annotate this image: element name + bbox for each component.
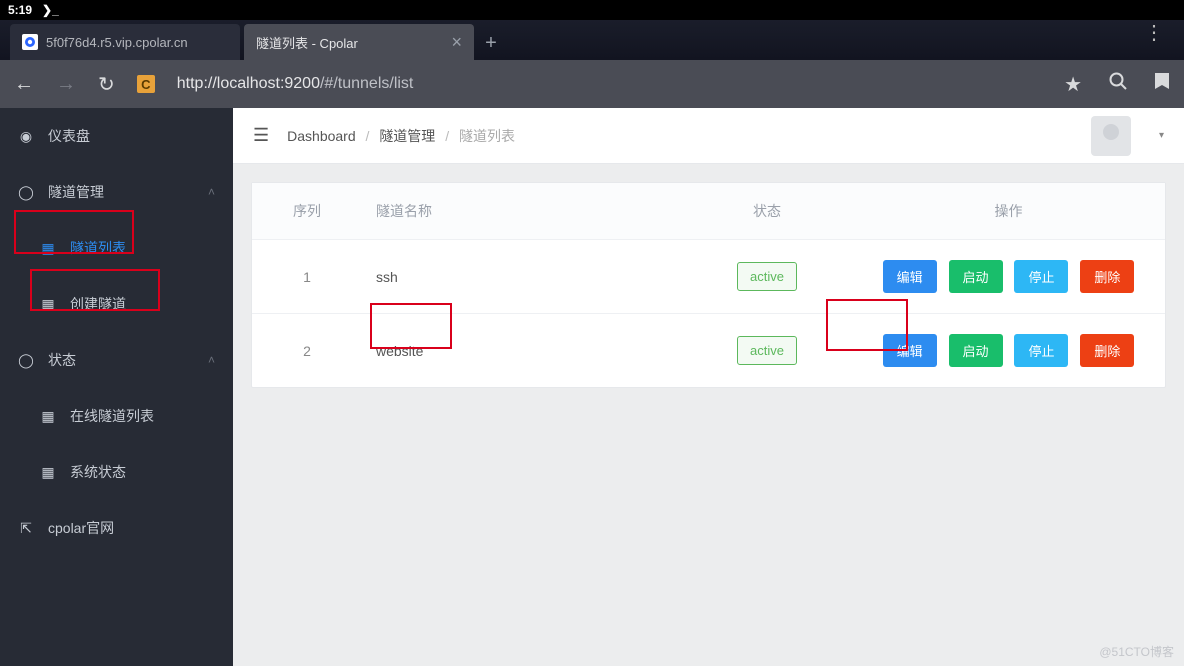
gauge-icon: ◉ (18, 128, 34, 145)
stop-button[interactable]: 停止 (1014, 334, 1068, 367)
browser-urlbar: ← → ↻ C http://localhost:9200/#/tunnels/… (0, 60, 1184, 108)
stop-button[interactable]: 停止 (1014, 260, 1068, 293)
cell-status: active (682, 314, 852, 388)
status-badge: active (737, 262, 797, 291)
avatar[interactable] (1091, 116, 1131, 156)
url-path: /#/tunnels/list (320, 75, 413, 92)
back-button[interactable]: ← (14, 73, 34, 96)
sidebar-item-tunnel-list[interactable]: ▦ 隧道列表 (0, 220, 233, 276)
sidebar-item-tunnel-mgmt[interactable]: ◯ 隧道管理 ˄ (0, 164, 233, 220)
external-link-icon: ⇱ (18, 520, 34, 537)
sidebar-label: cpolar官网 (48, 518, 114, 538)
crumb-sep: / (366, 128, 370, 144)
grid-icon: ▦ (40, 296, 56, 313)
sidebar-label: 在线隧道列表 (70, 406, 154, 426)
start-button[interactable]: 启动 (949, 334, 1003, 367)
col-status: 状态 (682, 183, 852, 240)
cell-name: website (362, 314, 682, 388)
sidebar-label: 系统状态 (70, 462, 126, 482)
cell-status: active (682, 240, 852, 314)
android-statusbar: 5:19 ❯_ (0, 0, 1184, 20)
star-icon[interactable]: ★ (1064, 72, 1082, 97)
watermark: @51CTO博客 (1099, 643, 1174, 660)
page: ◉ 仪表盘 ◯ 隧道管理 ˄ ▦ 隧道列表 ▦ 创建隧道 ◯ 状态 ˄ ▦ 在线… (0, 108, 1184, 666)
tab-title: 5f0f76d4.r5.vip.cpolar.cn (46, 35, 188, 50)
sidebar-label: 状态 (48, 350, 76, 370)
sidebar-label: 隧道列表 (70, 238, 126, 258)
tab-title: 隧道列表 - Cpolar (256, 33, 358, 52)
sidebar-item-official-site[interactable]: ⇱ cpolar官网 (0, 500, 233, 556)
cell-ops: 编辑 启动 停止 删除 (852, 240, 1165, 314)
grid-icon: ▦ (40, 464, 56, 481)
bookmark-icon[interactable] (1154, 72, 1170, 96)
sidebar-label: 隧道管理 (48, 182, 104, 202)
clock: 5:19 (8, 3, 32, 17)
cell-name: ssh (362, 240, 682, 314)
reload-button[interactable]: ↻ (98, 72, 115, 97)
overflow-menu-icon[interactable]: ⋮ (1144, 30, 1164, 36)
sidebar: ◉ 仪表盘 ◯ 隧道管理 ˄ ▦ 隧道列表 ▦ 创建隧道 ◯ 状态 ˄ ▦ 在线… (0, 108, 233, 666)
start-button[interactable]: 启动 (949, 260, 1003, 293)
address-bar[interactable]: http://localhost:9200/#/tunnels/list (177, 75, 1042, 93)
edit-button[interactable]: 编辑 (883, 334, 937, 367)
cell-ops: 编辑 启动 停止 删除 (852, 314, 1165, 388)
forward-button: → (56, 73, 76, 96)
sidebar-item-dashboard[interactable]: ◉ 仪表盘 (0, 108, 233, 164)
close-icon[interactable]: × (451, 32, 462, 53)
crumb-current: 隧道列表 (459, 128, 515, 144)
url-host: http://localhost:9200 (177, 75, 320, 92)
table-row: 2 website active 编辑 启动 停止 删除 (252, 314, 1165, 388)
search-icon[interactable] (1108, 71, 1128, 97)
chevron-up-icon: ˄ (208, 185, 215, 199)
col-ops: 操作 (852, 183, 1165, 240)
sidebar-item-tunnel-create[interactable]: ▦ 创建隧道 (0, 276, 233, 332)
sidebar-item-system-status[interactable]: ▦ 系统状态 (0, 444, 233, 500)
edit-button[interactable]: 编辑 (883, 260, 937, 293)
delete-button[interactable]: 删除 (1080, 260, 1134, 293)
sidebar-item-status[interactable]: ◯ 状态 ˄ (0, 332, 233, 388)
terminal-icon: ❯_ (42, 3, 59, 17)
site-favicon-icon: C (137, 75, 155, 93)
delete-button[interactable]: 删除 (1080, 334, 1134, 367)
crumb-sep: / (445, 128, 449, 144)
sidebar-label: 仪表盘 (48, 126, 90, 146)
sidebar-label: 创建隧道 (70, 294, 126, 314)
main-content: ☰ Dashboard / 隧道管理 / 隧道列表 ▾ 序列 隧道名称 状态 操… (233, 108, 1184, 666)
chevron-up-icon: ˄ (208, 353, 215, 367)
target-icon: ◯ (18, 352, 34, 369)
main-header: ☰ Dashboard / 隧道管理 / 隧道列表 ▾ (233, 108, 1184, 164)
grid-icon: ▦ (40, 240, 56, 257)
col-seq: 序列 (252, 183, 362, 240)
browser-tabstrip: 5f0f76d4.r5.vip.cpolar.cn 隧道列表 - Cpolar … (0, 20, 1184, 60)
tab-inactive[interactable]: 5f0f76d4.r5.vip.cpolar.cn (10, 24, 240, 60)
breadcrumb: Dashboard / 隧道管理 / 隧道列表 (287, 126, 515, 146)
grid-icon: ▦ (40, 408, 56, 425)
sidebar-item-online-tunnels[interactable]: ▦ 在线隧道列表 (0, 388, 233, 444)
menu-toggle-icon[interactable]: ☰ (253, 125, 269, 146)
col-name: 隧道名称 (362, 183, 682, 240)
tab-active[interactable]: 隧道列表 - Cpolar × (244, 24, 474, 60)
tunnel-table: 序列 隧道名称 状态 操作 1 ssh active 编辑 启动 (251, 182, 1166, 388)
caret-down-icon[interactable]: ▾ (1159, 130, 1164, 141)
cell-seq: 2 (252, 314, 362, 388)
favicon-icon (22, 34, 38, 50)
crumb-tunnel-mgmt[interactable]: 隧道管理 (379, 128, 435, 144)
crumb-dashboard[interactable]: Dashboard (287, 128, 356, 144)
status-badge: active (737, 336, 797, 365)
new-tab-button[interactable]: + (474, 26, 508, 60)
cell-seq: 1 (252, 240, 362, 314)
table-row: 1 ssh active 编辑 启动 停止 删除 (252, 240, 1165, 314)
target-icon: ◯ (18, 184, 34, 201)
